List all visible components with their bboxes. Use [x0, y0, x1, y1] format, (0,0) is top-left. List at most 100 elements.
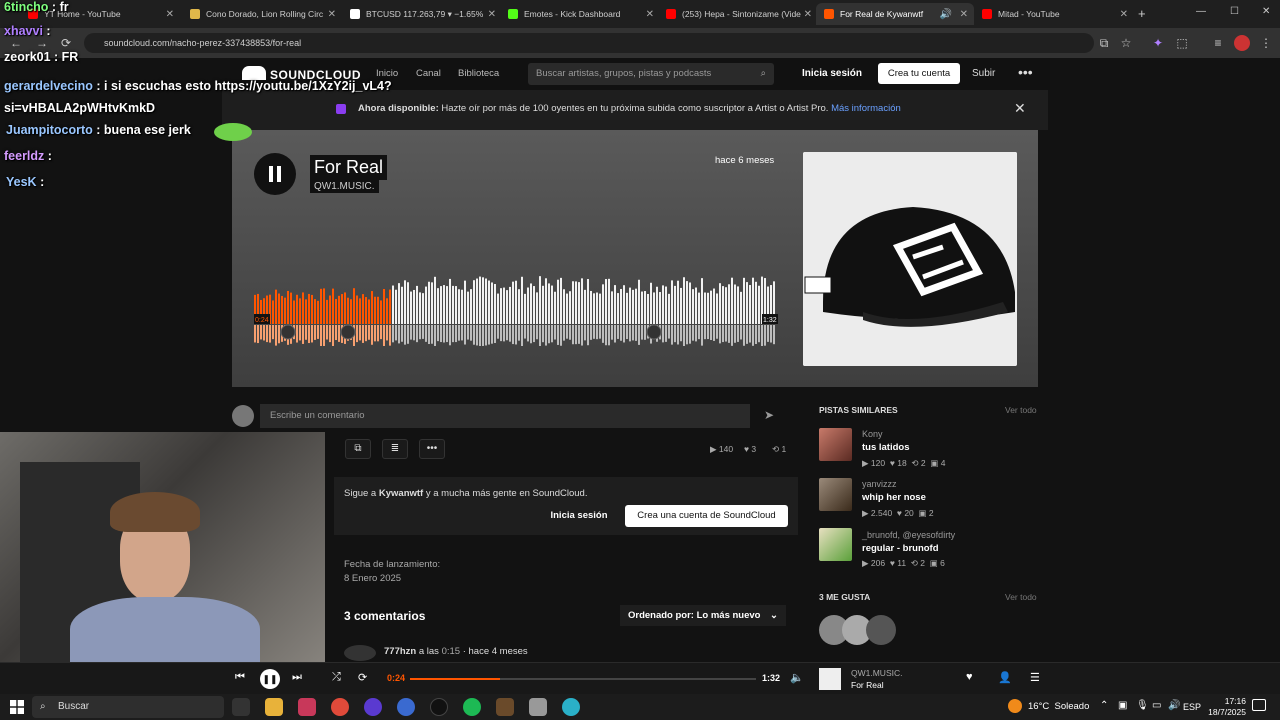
app-icon[interactable]	[529, 698, 547, 716]
discord-icon[interactable]	[364, 698, 382, 716]
similar-track-artist[interactable]: yanvizzz	[862, 479, 897, 489]
bookmark-star-icon[interactable]: ☆	[1118, 35, 1134, 51]
copy-link-button[interactable]: ⧉	[345, 439, 371, 459]
tab-btcusd[interactable]: BTCUSD 117.263,79 ▾ −1.65% ✕	[342, 3, 502, 25]
pause-button[interactable]	[254, 153, 296, 195]
shuffle-icon[interactable]: ⤮	[332, 671, 341, 684]
comment-avatar-marker[interactable]	[646, 324, 662, 340]
chrome-icon[interactable]	[331, 698, 349, 716]
similar-track-artwork[interactable]	[819, 478, 852, 511]
player-artwork[interactable]	[819, 668, 841, 690]
close-icon[interactable]: ✕	[960, 9, 968, 20]
game-icon[interactable]	[496, 698, 514, 716]
task-view-icon[interactable]	[232, 698, 250, 716]
like-heart-icon[interactable]: ♥	[966, 671, 973, 683]
add-to-playlist-button[interactable]: ≣	[382, 439, 408, 459]
similar-track-artwork[interactable]	[819, 428, 852, 461]
close-banner-icon[interactable]: ✕	[1014, 100, 1026, 117]
waveform-bar	[446, 286, 448, 324]
tab-hepa[interactable]: (253) Hepa - Sintonizame (Vide ✕	[658, 3, 818, 25]
send-icon[interactable]: ➤	[764, 408, 774, 422]
tab-kick-emotes[interactable]: Emotes - Kick Dashboard ✕	[500, 3, 660, 25]
comment-avatar-marker[interactable]	[340, 324, 356, 340]
create-account-button[interactable]: Crea tu cuenta	[878, 63, 960, 84]
upload-link[interactable]: Subir	[972, 68, 995, 79]
search-input[interactable]: Buscar artistas, grupos, pistas y podcas…	[528, 63, 774, 85]
follow-user-icon[interactable]: 👤	[998, 671, 1012, 684]
queue-icon[interactable]: ☰	[1030, 671, 1040, 684]
clock-date[interactable]: 18/7/2025	[1204, 707, 1246, 717]
track-artist[interactable]: QW1.MUSIC.	[310, 180, 379, 193]
likes-view-all-link[interactable]: Ver todo	[1005, 592, 1037, 602]
close-icon[interactable]: ✕	[488, 9, 496, 20]
tab-for-real[interactable]: For Real de Kywanwtf 🔊 ✕	[816, 3, 974, 25]
notification-icon[interactable]	[1252, 699, 1266, 711]
similar-track-title[interactable]: whip her nose	[862, 492, 926, 503]
menu-icon[interactable]: ⋮	[1258, 35, 1274, 51]
player-title[interactable]: For Real	[851, 680, 884, 690]
similar-track-title[interactable]: tus latidos	[862, 442, 910, 453]
search-icon[interactable]: ⌕	[761, 63, 766, 85]
close-icon[interactable]: ✕	[646, 9, 654, 20]
commenter-avatar[interactable]	[344, 645, 376, 661]
similar-track-artwork[interactable]	[819, 528, 852, 561]
taskbar-search[interactable]: ⌕ Buscar	[32, 696, 224, 718]
follow-create-account-button[interactable]: Crea una cuenta de SoundCloud	[625, 505, 788, 527]
close-icon[interactable]: ✕	[328, 9, 336, 20]
microphone-icon[interactable]: 🎙	[1136, 700, 1149, 711]
steam-icon[interactable]	[430, 698, 448, 716]
tab-search-icon[interactable]: ≡	[1210, 35, 1226, 51]
minimize-icon[interactable]: —	[1196, 6, 1206, 17]
tab-cono-dorado[interactable]: Cono Dorado, Lion Rolling Circ ✕	[182, 3, 342, 25]
close-icon[interactable]: ✕	[804, 9, 812, 20]
extension-icon[interactable]: ✦	[1150, 35, 1166, 51]
liker-avatar[interactable]	[866, 615, 896, 645]
player-artist[interactable]: QW1.MUSIC.	[851, 668, 902, 678]
player-pause-button[interactable]: ❚❚	[260, 669, 280, 689]
speaker-icon[interactable]: 🔊	[940, 9, 952, 20]
previous-icon[interactable]: ⏮	[235, 671, 245, 684]
tray-app-icon[interactable]: ▣	[1118, 700, 1127, 711]
close-icon[interactable]: ✕	[1120, 9, 1128, 20]
tab-mitad[interactable]: Mitad - YouTube ✕	[974, 3, 1134, 25]
weather-icon[interactable]	[1008, 699, 1022, 713]
similar-track-artist[interactable]: _brunofd, @eyesofdirty	[862, 530, 955, 540]
spotify-icon[interactable]	[463, 698, 481, 716]
volume-tray-icon[interactable]: 🔊	[1168, 700, 1180, 711]
more-icon[interactable]: •••	[1018, 64, 1033, 80]
file-explorer-icon[interactable]	[265, 698, 283, 716]
maximize-icon[interactable]: ☐	[1230, 6, 1239, 17]
profile-avatar[interactable]	[1234, 35, 1250, 51]
comment-avatar-marker[interactable]	[280, 324, 296, 340]
url-field[interactable]: soundcloud.com/nacho-perez-337438853/for…	[84, 33, 1094, 53]
weather-text[interactable]: 16°C Soleado	[1028, 701, 1089, 712]
language-indicator[interactable]: ESP	[1183, 702, 1201, 712]
similar-track-stats: ▶ 206 ♥ 11 ⟲ 2 ▣ 6	[862, 558, 945, 568]
network-icon[interactable]: ▭	[1152, 700, 1161, 711]
more-info-link[interactable]: Más información	[831, 103, 901, 114]
signin-link[interactable]: Inicia sesión	[802, 68, 862, 79]
sort-dropdown[interactable]: Ordenado por: Lo más nuevo ⌄	[620, 605, 786, 626]
install-icon[interactable]: ⧉	[1096, 35, 1112, 51]
similar-track-artist[interactable]: Kony	[862, 429, 883, 439]
similar-track-title[interactable]: regular - brunofd	[862, 543, 939, 554]
edge-icon[interactable]	[562, 698, 580, 716]
next-icon[interactable]: ⏭	[292, 671, 302, 684]
close-icon[interactable]: ✕	[166, 9, 174, 20]
tray-chevron-icon[interactable]: ⌃	[1100, 700, 1108, 711]
volume-icon[interactable]: 🔈	[790, 671, 804, 684]
clock-time[interactable]: 17:16	[1212, 696, 1246, 706]
extensions-puzzle-icon[interactable]: ⬚	[1174, 35, 1190, 51]
waveform[interactable]: 0:24 1:32	[254, 276, 778, 346]
store-icon[interactable]	[298, 698, 316, 716]
reload-icon[interactable]: ⟳	[58, 35, 74, 51]
progress-track[interactable]	[410, 678, 756, 680]
close-window-icon[interactable]: ✕	[1262, 6, 1270, 17]
repeat-icon[interactable]: ⟳	[358, 671, 367, 684]
comment-input[interactable]: Escribe un comentario	[260, 404, 750, 428]
new-tab-icon[interactable]: +	[1138, 6, 1146, 21]
follow-signin-button[interactable]: Inicia sesión	[544, 505, 614, 527]
similar-view-all-link[interactable]: Ver todo	[1005, 405, 1037, 415]
more-actions-button[interactable]: •••	[419, 439, 445, 459]
app-icon[interactable]	[397, 698, 415, 716]
